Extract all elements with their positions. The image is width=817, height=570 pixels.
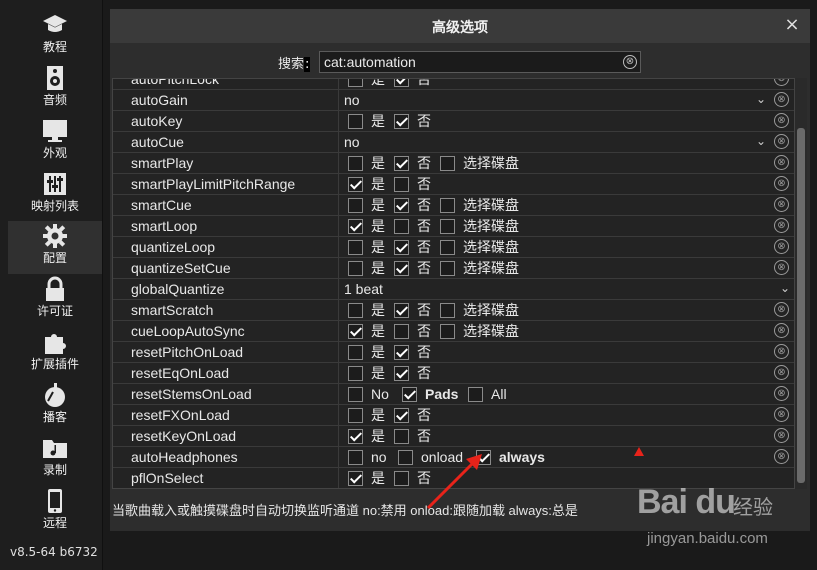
sidebar-label-podcast: 播客 — [42, 410, 67, 424]
sidebar-item-record[interactable]: 录制 — [8, 433, 102, 486]
sidebar-item-config[interactable]: 配置 — [8, 221, 102, 274]
monitor-icon — [43, 120, 67, 142]
podcast-icon — [45, 383, 65, 407]
sidebar-label-mappings: 映射列表 — [30, 199, 79, 213]
sidebar-item-podcast[interactable]: 播客 — [8, 380, 102, 433]
sidebar-item-plugins[interactable]: 扩展插件 — [8, 327, 102, 380]
speaker-icon — [47, 66, 63, 90]
sidebar-item-appearance[interactable]: 外观 — [8, 116, 102, 169]
sidebar-label-audio: 音频 — [42, 93, 67, 107]
sliders-icon — [44, 173, 66, 195]
watermark-logo: Bai du — [637, 483, 736, 521]
sidebar-item-remote[interactable]: 远程 — [8, 486, 102, 539]
sidebar-item-license[interactable]: 许可证 — [8, 274, 102, 327]
gear-icon — [43, 224, 67, 248]
advanced-options-dialog: 高级选项 × 搜索: cat:automation ⊗ autoPitchLoc… — [110, 9, 810, 531]
sidebar-label-plugins: 扩展插件 — [30, 357, 79, 371]
sidebar-label-tutorial: 教程 — [42, 40, 67, 54]
folder-music-icon — [43, 440, 67, 458]
annotation-arrow-icon — [426, 454, 482, 510]
phone-icon — [48, 489, 62, 513]
watermark: Bai du 经验 jingyan.baidu.com — [637, 477, 817, 567]
sidebar-label-remote: 远程 — [42, 516, 67, 530]
version-label: v8.5-64 b6732 — [10, 545, 98, 559]
annotation-triangle-icon — [634, 447, 644, 456]
sidebar-label-config: 配置 — [42, 251, 67, 265]
sidebar-item-mappings[interactable]: 映射列表 — [8, 169, 102, 222]
watermark-url: jingyan.baidu.com — [647, 530, 768, 547]
sidebar-item-audio[interactable]: 音频 — [8, 63, 102, 116]
watermark-text: 经验 — [733, 495, 773, 519]
graduation-cap-icon — [43, 15, 67, 32]
sidebar-label-record: 录制 — [42, 463, 67, 477]
sidebar-label-license: 许可证 — [36, 304, 73, 318]
sidebar-label-appearance: 外观 — [42, 146, 67, 160]
lock-icon — [46, 276, 64, 301]
sidebar-item-tutorial[interactable]: 教程 — [8, 10, 102, 63]
sidebar: 教程 音频 外观 映射列表 配置 许可证 扩展插件 播客 录制 远程 v8.5-… — [0, 0, 103, 570]
puzzle-icon — [45, 334, 66, 354]
